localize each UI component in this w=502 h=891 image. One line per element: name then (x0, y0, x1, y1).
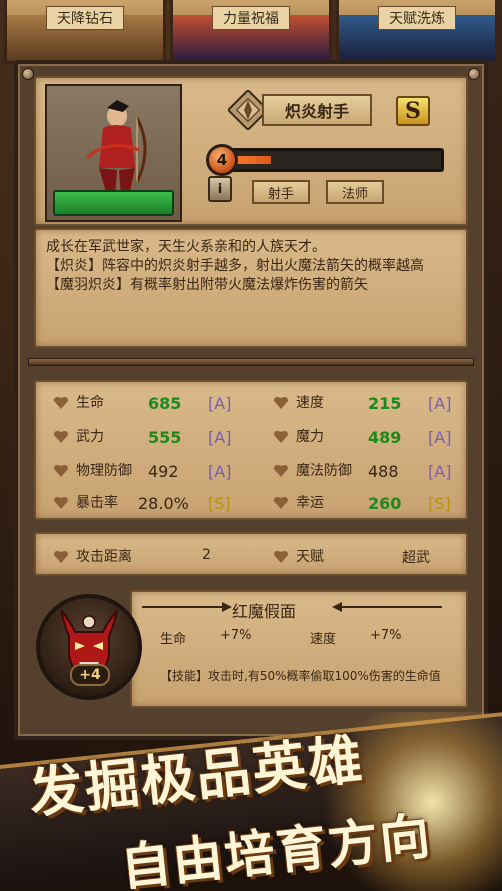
stat-value: 488 (368, 462, 399, 481)
equipment-panel: 红魔假面 生命 +7% 速度 +7% 【技能】攻击时,有50%概率偷取100%伤… (130, 590, 468, 708)
stat-magic: 魔力 (272, 424, 324, 448)
stat-label: 物理防御 (76, 463, 132, 479)
stat-label: 生命 (76, 395, 104, 411)
stat-grade: [A] (208, 394, 232, 413)
xp-bar-fill (237, 156, 271, 164)
description-line: 成长在军武世家，天生火系亲和的人族天才。 (46, 239, 326, 255)
stat-icon (274, 551, 288, 563)
description-line: 【炽炎】阵容中的炽炎射手越多，射出火魔法箭矢的概率越高 (46, 258, 424, 274)
stat-grade: [S] (428, 494, 451, 513)
stat-value: 215 (368, 394, 402, 413)
stat-grade: [A] (428, 428, 452, 447)
screw-icon (468, 68, 480, 80)
stat-icon (54, 551, 68, 563)
stat-phys-def: 物理防御 (52, 458, 132, 482)
ornament-icon (332, 602, 442, 612)
stat-label: 魔法防御 (296, 463, 352, 479)
talent-value[interactable]: 超武 (402, 547, 430, 567)
attack-range-value: 2 (202, 547, 211, 563)
screw-icon (22, 68, 34, 80)
stat-label: 天赋 (296, 549, 324, 565)
stat-grade: [A] (208, 428, 232, 447)
stat-value: 685 (148, 394, 182, 413)
stat-magic-def: 魔法防御 (272, 458, 352, 482)
bonus-label: 生命 (160, 632, 187, 647)
stat-icon (54, 397, 68, 409)
hero-description: 成长在军武世家，天生火系亲和的人族天才。 【炽炎】阵容中的炽炎射手越多，射出火魔… (34, 228, 468, 348)
bonus-label: 速度 (310, 632, 337, 647)
promo-banner: 发掘极品英雄 自由培育方向 (0, 712, 502, 891)
tab-power-blessing[interactable]: 力量祝福 (170, 0, 332, 64)
stat-value: 555 (148, 428, 182, 447)
scroll-divider (28, 358, 474, 366)
bonus-value: +7% (220, 628, 252, 643)
description-line: 【魔羽炽炎】有概率射出附带火魔法爆炸伤害的箭矢 (46, 277, 368, 293)
enhance-badge: +4 (70, 664, 110, 686)
tab-label: 天降钻石 (46, 6, 124, 30)
tab-label: 力量祝福 (212, 6, 290, 30)
tab-talent-refine[interactable]: 天赋洗炼 (336, 0, 498, 64)
tag-archer: 射手 (252, 180, 310, 204)
tag-mage: 法师 (326, 180, 384, 204)
stat-icon (54, 497, 68, 509)
stat-hp: 生命 (52, 390, 104, 414)
hero-figure-icon (85, 100, 147, 196)
talent: 天赋 (272, 544, 324, 568)
stat-value: 489 (368, 428, 402, 447)
stat-attack: 武力 (52, 424, 104, 448)
attack-range: 攻击距离 (52, 544, 132, 568)
xp-bar (228, 148, 444, 172)
stat-icon (274, 465, 288, 477)
stat-luck: 幸运 (272, 490, 324, 514)
info-button[interactable]: i (208, 176, 232, 202)
level-badge: 4 (206, 144, 238, 176)
stat-grade: [A] (428, 394, 452, 413)
stat-grade: [S] (208, 494, 231, 513)
tab-diamond-gift[interactable]: 天降钻石 (4, 0, 166, 64)
stat-speed: 速度 (272, 390, 324, 414)
stat-icon (274, 397, 288, 409)
stat-label: 暴击率 (76, 495, 118, 511)
range-talent-panel: 攻击距离 2 天赋 超武 (34, 532, 468, 576)
stats-panel: 生命 685 [A] 速度 215 [A] 武力 555 [A] 魔力 489 … (34, 380, 468, 520)
ornament-icon (142, 602, 232, 612)
stat-label: 魔力 (296, 429, 324, 445)
hero-portrait[interactable] (45, 84, 182, 222)
hero-stand (53, 190, 174, 216)
stat-icon (274, 497, 288, 509)
stat-label: 武力 (76, 429, 104, 445)
equipment-skill: 【技能】攻击时,有50%概率偷取100%伤害的生命值 (160, 669, 441, 683)
hero-name: 炽炎射手 (262, 94, 372, 126)
equipment-name: 红魔假面 (232, 602, 297, 621)
stat-grade: [A] (428, 462, 452, 481)
tab-label: 天赋洗炼 (378, 6, 456, 30)
stat-icon (54, 465, 68, 477)
stat-grade: [A] (208, 462, 232, 481)
stat-label: 速度 (296, 395, 324, 411)
stat-label: 攻击距离 (76, 549, 132, 565)
bonus-value: +7% (370, 628, 402, 643)
stat-label: 幸运 (296, 495, 324, 511)
stat-crit: 暴击率 (52, 490, 118, 514)
stat-value: 28.0% (138, 494, 189, 513)
stat-icon (54, 431, 68, 443)
rank-badge: S (396, 96, 430, 126)
stat-value: 260 (368, 494, 402, 513)
stat-icon (274, 431, 288, 443)
stat-value: 492 (148, 462, 179, 481)
